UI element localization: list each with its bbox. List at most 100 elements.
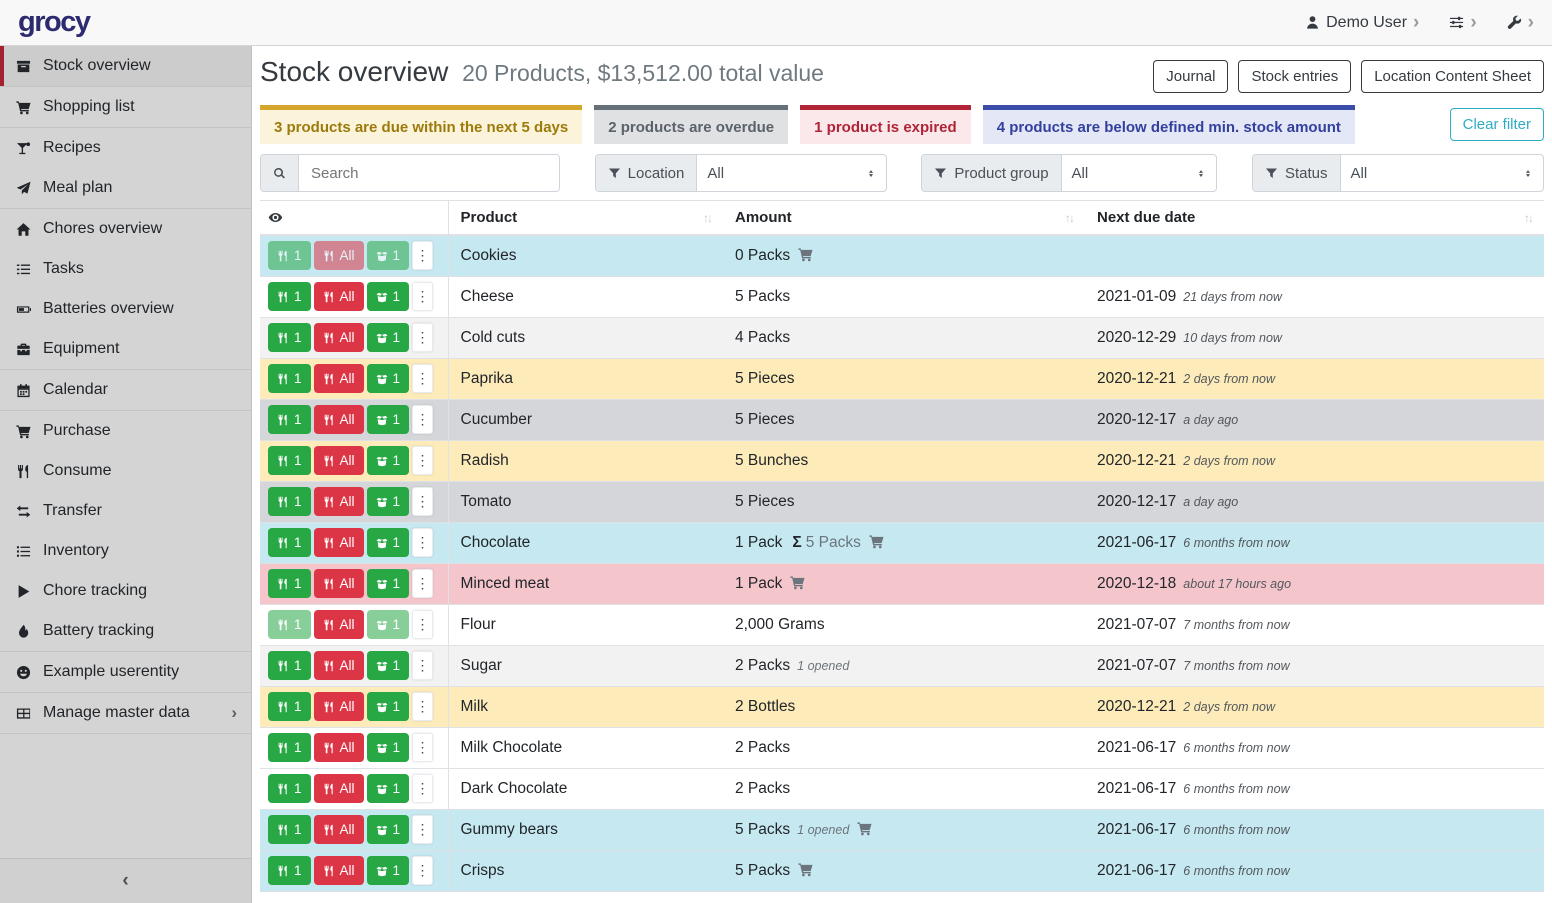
row-more-button[interactable]: ⋮ bbox=[412, 364, 433, 393]
sidebar-item-tasks[interactable]: Tasks bbox=[0, 249, 251, 289]
row-more-button[interactable]: ⋮ bbox=[412, 651, 433, 680]
sidebar-item-shopping-list[interactable]: Shopping list bbox=[0, 87, 251, 127]
sidebar-collapse-button[interactable]: ‹ bbox=[0, 858, 251, 903]
consume-all-button[interactable]: All bbox=[314, 774, 364, 803]
open-one-button[interactable]: 1 bbox=[367, 241, 410, 270]
column-header-product[interactable]: Product ↑↓ bbox=[448, 201, 723, 236]
sidebar-item-chores-overview[interactable]: Chores overview bbox=[0, 209, 251, 249]
row-more-button[interactable]: ⋮ bbox=[412, 856, 433, 885]
row-more-button[interactable]: ⋮ bbox=[412, 405, 433, 434]
open-one-button[interactable]: 1 bbox=[367, 528, 410, 557]
grocy-logo[interactable]: grocy bbox=[18, 6, 89, 39]
open-one-button[interactable]: 1 bbox=[367, 569, 410, 598]
sidebar-item-batteries-overview[interactable]: Batteries overview bbox=[0, 289, 251, 329]
sidebar-item-consume[interactable]: Consume bbox=[0, 451, 251, 491]
sidebar-item-calendar[interactable]: Calendar bbox=[0, 370, 251, 410]
consume-one-button[interactable]: 1 bbox=[268, 733, 311, 762]
consume-one-button[interactable]: 1 bbox=[268, 856, 311, 885]
stock-entries-button[interactable]: Stock entries bbox=[1238, 60, 1351, 93]
sidebar-item-equipment[interactable]: Equipment bbox=[0, 329, 251, 369]
consume-all-button[interactable]: All bbox=[314, 692, 364, 721]
admin-menu[interactable]: › bbox=[1507, 13, 1534, 32]
row-more-button[interactable]: ⋮ bbox=[412, 446, 433, 475]
search-input[interactable] bbox=[299, 155, 559, 191]
sidebar-item-transfer[interactable]: Transfer bbox=[0, 491, 251, 531]
consume-all-button[interactable]: All bbox=[314, 815, 364, 844]
row-more-button[interactable]: ⋮ bbox=[412, 733, 433, 762]
settings-menu[interactable]: › bbox=[1449, 13, 1476, 32]
row-more-button[interactable]: ⋮ bbox=[412, 282, 433, 311]
sidebar-item-chore-tracking[interactable]: Chore tracking bbox=[0, 571, 251, 611]
consume-one-button[interactable]: 1 bbox=[268, 692, 311, 721]
open-one-button[interactable]: 1 bbox=[367, 323, 410, 352]
sidebar-item-battery-tracking[interactable]: Battery tracking bbox=[0, 611, 251, 651]
sidebar-item-recipes[interactable]: Recipes bbox=[0, 128, 251, 168]
row-more-button[interactable]: ⋮ bbox=[412, 241, 433, 270]
consume-all-button[interactable]: All bbox=[314, 405, 364, 434]
sidebar-item-manage-master-data[interactable]: Manage master data› bbox=[0, 693, 251, 733]
eye-columns-toggle[interactable] bbox=[268, 210, 440, 225]
row-more-button[interactable]: ⋮ bbox=[412, 692, 433, 721]
banner-expired[interactable]: 1 product is expired bbox=[800, 105, 971, 144]
consume-all-button[interactable]: All bbox=[314, 610, 364, 639]
row-more-button[interactable]: ⋮ bbox=[412, 610, 433, 639]
open-one-button[interactable]: 1 bbox=[367, 446, 410, 475]
consume-all-button[interactable]: All bbox=[314, 282, 364, 311]
consume-one-button[interactable]: 1 bbox=[268, 405, 311, 434]
journal-button[interactable]: Journal bbox=[1153, 60, 1228, 93]
consume-one-button[interactable]: 1 bbox=[268, 446, 311, 475]
consume-one-button[interactable]: 1 bbox=[268, 364, 311, 393]
location-select[interactable]: All bbox=[697, 155, 885, 191]
consume-one-button[interactable]: 1 bbox=[268, 528, 311, 557]
open-one-button[interactable]: 1 bbox=[367, 364, 410, 393]
row-more-button[interactable]: ⋮ bbox=[412, 323, 433, 352]
consume-one-button[interactable]: 1 bbox=[268, 651, 311, 680]
consume-one-button[interactable]: 1 bbox=[268, 241, 311, 270]
location-content-sheet-button[interactable]: Location Content Sheet bbox=[1361, 60, 1544, 93]
consume-one-button[interactable]: 1 bbox=[268, 610, 311, 639]
consume-one-button[interactable]: 1 bbox=[268, 282, 311, 311]
open-one-button[interactable]: 1 bbox=[367, 651, 410, 680]
consume-all-button[interactable]: All bbox=[314, 856, 364, 885]
sidebar-item-meal-plan[interactable]: Meal plan bbox=[0, 168, 251, 208]
consume-all-button[interactable]: All bbox=[314, 487, 364, 516]
product-group-select[interactable]: All bbox=[1062, 155, 1217, 191]
banner-overdue[interactable]: 2 products are overdue bbox=[594, 105, 788, 144]
open-one-button[interactable]: 1 bbox=[367, 282, 410, 311]
open-one-button[interactable]: 1 bbox=[367, 610, 410, 639]
row-more-button[interactable]: ⋮ bbox=[412, 815, 433, 844]
sidebar-item-example-userentity[interactable]: Example userentity bbox=[0, 652, 251, 692]
user-menu[interactable]: Demo User › bbox=[1305, 13, 1419, 32]
open-one-button[interactable]: 1 bbox=[367, 487, 410, 516]
banner-due-soon[interactable]: 3 products are due within the next 5 day… bbox=[260, 105, 582, 144]
consume-one-button[interactable]: 1 bbox=[268, 774, 311, 803]
status-select[interactable]: All bbox=[1341, 155, 1543, 191]
sidebar-item-inventory[interactable]: Inventory bbox=[0, 531, 251, 571]
column-header-amount[interactable]: Amount ↑↓ bbox=[723, 201, 1085, 236]
clear-filter-button[interactable]: Clear filter bbox=[1450, 108, 1544, 141]
sidebar-item-stock-overview[interactable]: Stock overview bbox=[0, 46, 251, 86]
open-one-button[interactable]: 1 bbox=[367, 815, 410, 844]
row-more-button[interactable]: ⋮ bbox=[412, 528, 433, 557]
consume-one-button[interactable]: 1 bbox=[268, 323, 311, 352]
open-one-button[interactable]: 1 bbox=[367, 733, 410, 762]
consume-one-button[interactable]: 1 bbox=[268, 569, 311, 598]
row-more-button[interactable]: ⋮ bbox=[412, 774, 433, 803]
column-header-next-due-date[interactable]: Next due date ↑↓ bbox=[1085, 201, 1544, 236]
consume-all-button[interactable]: All bbox=[314, 733, 364, 762]
row-more-button[interactable]: ⋮ bbox=[412, 487, 433, 516]
consume-all-button[interactable]: All bbox=[314, 364, 364, 393]
open-one-button[interactable]: 1 bbox=[367, 405, 410, 434]
consume-all-button[interactable]: All bbox=[314, 651, 364, 680]
consume-one-button[interactable]: 1 bbox=[268, 487, 311, 516]
consume-all-button[interactable]: All bbox=[314, 569, 364, 598]
consume-all-button[interactable]: All bbox=[314, 323, 364, 352]
row-more-button[interactable]: ⋮ bbox=[412, 569, 433, 598]
consume-all-button[interactable]: All bbox=[314, 241, 364, 270]
open-one-button[interactable]: 1 bbox=[367, 774, 410, 803]
consume-one-button[interactable]: 1 bbox=[268, 815, 311, 844]
banner-below-min-stock[interactable]: 4 products are below defined min. stock … bbox=[983, 105, 1355, 144]
consume-all-button[interactable]: All bbox=[314, 528, 364, 557]
consume-all-button[interactable]: All bbox=[314, 446, 364, 475]
open-one-button[interactable]: 1 bbox=[367, 856, 410, 885]
